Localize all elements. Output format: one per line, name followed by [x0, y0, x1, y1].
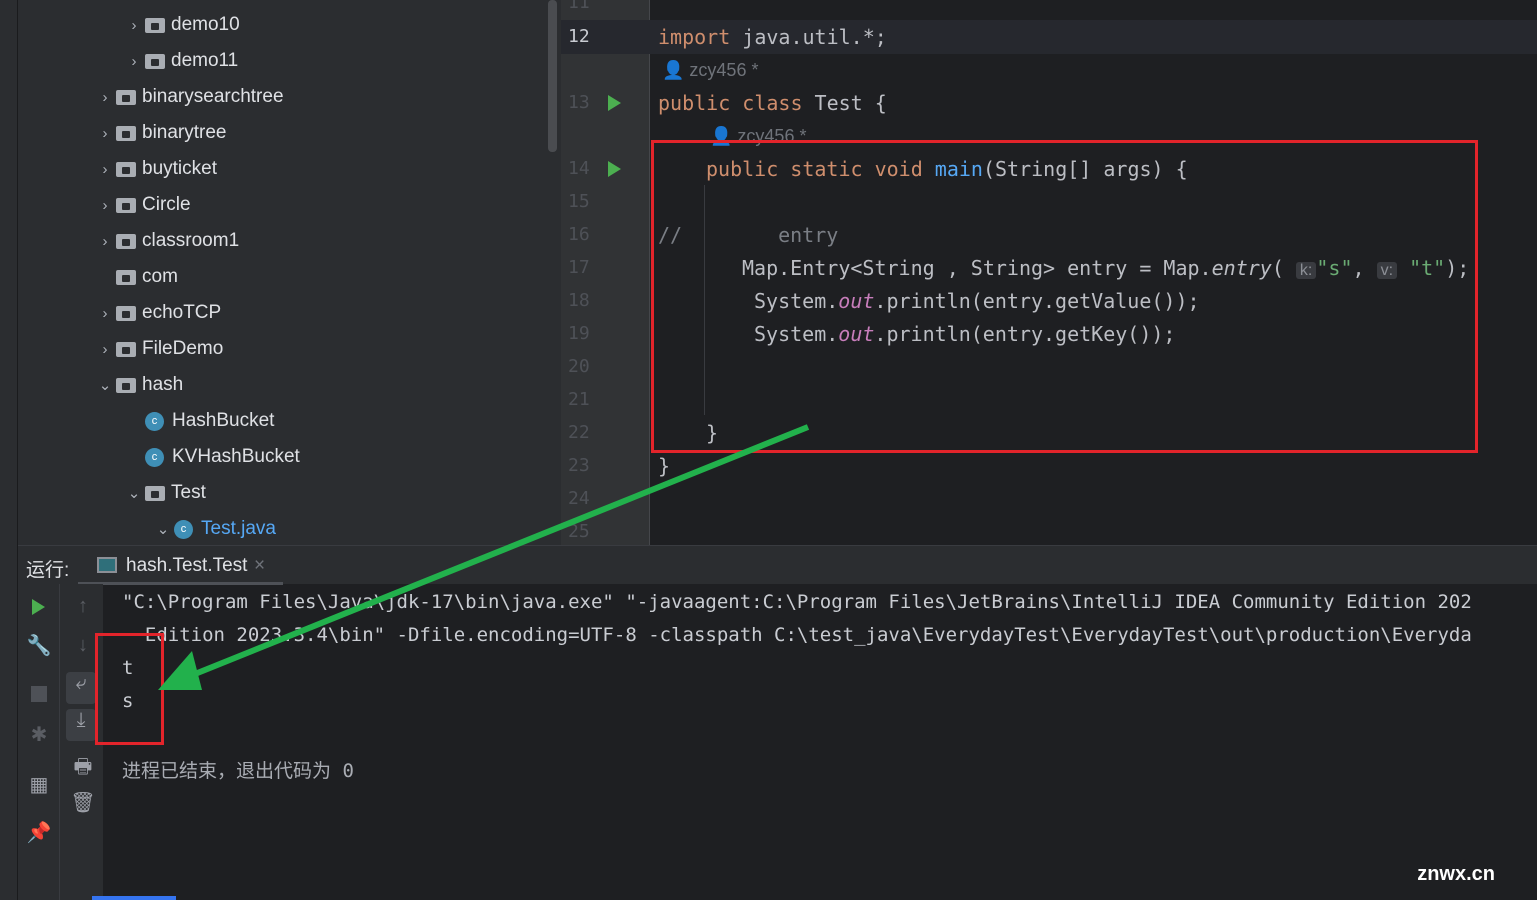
arrow-shaft: [183, 424, 810, 681]
arrow-head: [158, 651, 202, 690]
watermark: znwx.cn: [1417, 863, 1495, 885]
annotation-arrow: [158, 424, 810, 690]
